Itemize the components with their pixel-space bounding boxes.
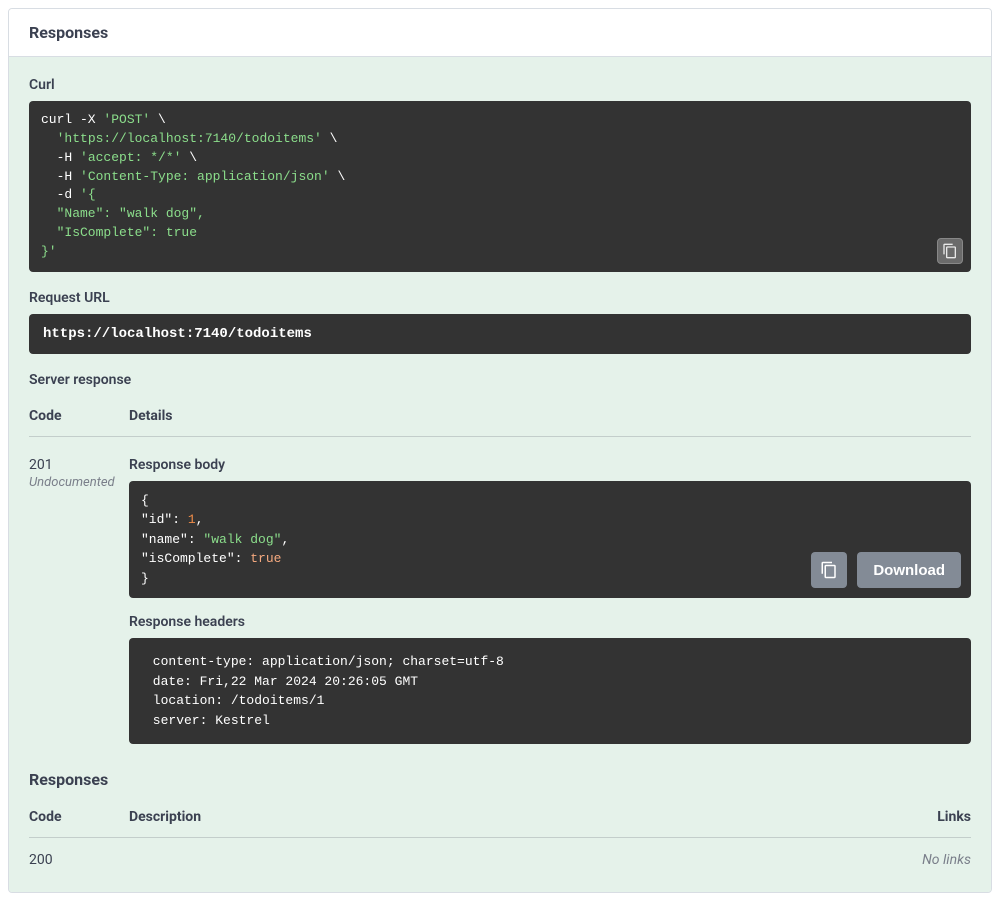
- clipboard-icon: [820, 561, 838, 579]
- json-string: "walk dog": [203, 532, 281, 547]
- response-code-cell: 201 Undocumented: [29, 437, 129, 765]
- curl-text: \: [322, 131, 338, 146]
- request-url-value: https://localhost:7140/todoitems: [29, 314, 971, 354]
- undocumented-label: Undocumented: [29, 475, 129, 490]
- status-code: 200: [29, 852, 129, 868]
- response-body-block: { "id": 1, "name": "walk dog", "isComple…: [129, 481, 971, 599]
- response-headers-block: content-type: application/json; charset=…: [129, 638, 971, 744]
- json-key: "id": [141, 512, 172, 527]
- responses-table-header: Code Description Links: [29, 795, 971, 838]
- json-comma: ,: [281, 532, 289, 547]
- response-body-actions: Download: [811, 552, 961, 588]
- request-url-label: Request URL: [29, 290, 971, 306]
- json-brace: }: [141, 571, 149, 586]
- curl-method: 'POST': [103, 112, 150, 127]
- server-response-label: Server response: [29, 372, 971, 388]
- responses-panel: Responses Curl curl -X 'POST' \ 'https:/…: [8, 8, 992, 893]
- json-comma: ,: [196, 512, 204, 527]
- status-code: 201: [29, 457, 129, 473]
- response-body-label: Response body: [129, 457, 971, 473]
- response-headers-label: Response headers: [129, 614, 971, 630]
- json-number: 1: [188, 512, 196, 527]
- json-colon: :: [172, 512, 188, 527]
- copy-response-button[interactable]: [811, 552, 847, 588]
- panel-body: Curl curl -X 'POST' \ 'https://localhost…: [9, 57, 991, 892]
- json-colon: :: [235, 551, 251, 566]
- curl-url: 'https://localhost:7140/todoitems': [57, 131, 322, 146]
- curl-body: "Name": "walk dog",: [41, 206, 205, 221]
- responses-table-row: 200 No links: [29, 838, 971, 872]
- download-button[interactable]: Download: [857, 552, 961, 588]
- json-bool: true: [250, 551, 281, 566]
- links-column-header: Links: [937, 809, 971, 825]
- details-column-header: Details: [129, 396, 971, 437]
- curl-body: "IsComplete": true: [41, 225, 197, 240]
- curl-text: \: [150, 112, 166, 127]
- response-details-cell: Response body { "id": 1, "name": "walk d…: [129, 437, 971, 765]
- curl-text: \: [181, 150, 197, 165]
- description-column-header: Description: [129, 809, 937, 825]
- json-key: "isComplete": [141, 551, 235, 566]
- code-column-header: Code: [29, 396, 129, 437]
- json-colon: :: [188, 532, 204, 547]
- links-cell: No links: [922, 852, 971, 868]
- curl-text: \: [330, 169, 346, 184]
- curl-text: -H: [41, 150, 80, 165]
- json-brace: {: [141, 493, 149, 508]
- json-key: "name": [141, 532, 188, 547]
- curl-body: '{: [80, 187, 96, 202]
- code-column-header: Code: [29, 809, 129, 825]
- responses-section-title: Responses: [29, 770, 971, 789]
- copy-curl-button[interactable]: [937, 238, 963, 264]
- curl-text: [41, 131, 57, 146]
- panel-title: Responses: [9, 9, 991, 57]
- description-cell: [129, 852, 922, 868]
- clipboard-icon: [942, 243, 958, 259]
- curl-text: curl -X: [41, 112, 103, 127]
- server-response-table: Code Details 201 Undocumented Response b…: [29, 396, 971, 765]
- curl-label: Curl: [29, 77, 971, 93]
- curl-text: -d: [41, 187, 80, 202]
- curl-header: 'Content-Type: application/json': [80, 169, 330, 184]
- curl-code-block: curl -X 'POST' \ 'https://localhost:7140…: [29, 101, 971, 272]
- curl-text: -H: [41, 169, 80, 184]
- curl-header: 'accept: */*': [80, 150, 181, 165]
- curl-body: }': [41, 244, 57, 259]
